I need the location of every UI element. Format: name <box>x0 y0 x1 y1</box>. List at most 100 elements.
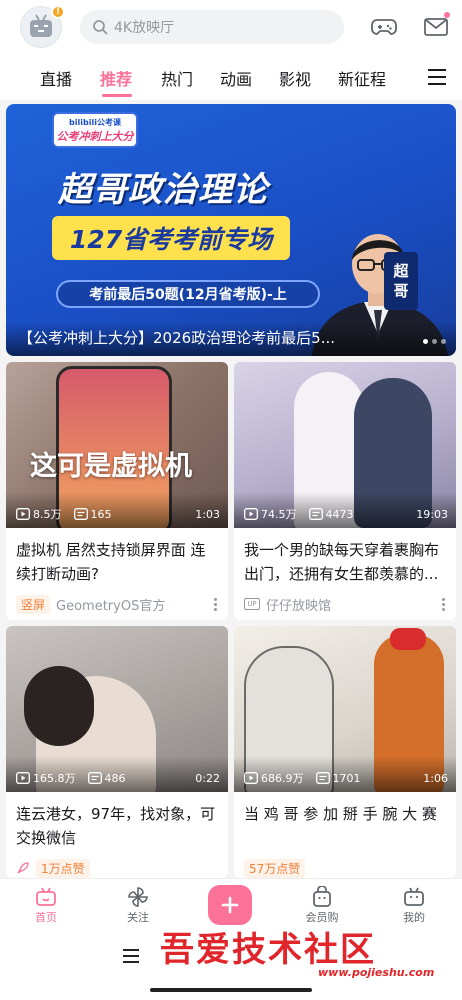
video-duration: 0:22 <box>195 771 220 785</box>
rooster-comb <box>390 628 426 650</box>
video-meta: UP 仔仔放映馆 <box>244 594 446 614</box>
top-bar: ! 4K放映厅 <box>0 0 462 54</box>
banner-brand-main: 公考冲刺上大分 <box>56 129 134 143</box>
banner-brand-logo: bilibili公考课 公考冲刺上大分 <box>52 112 138 148</box>
pinwheel-icon <box>127 885 149 909</box>
likes-tag: 1万点赞 <box>36 858 90 878</box>
nav-profile-label: 我的 <box>403 911 425 924</box>
gamepad-icon <box>371 19 397 35</box>
menu-icon[interactable] <box>426 67 448 87</box>
danmaku-count: 165 <box>90 507 112 521</box>
watermark-url: www.pojieshu.com <box>318 966 435 979</box>
mail-icon <box>424 18 448 36</box>
mail-unread-dot <box>444 12 450 18</box>
play-count: 686.9万 <box>261 772 304 785</box>
video-duration: 19:03 <box>416 507 448 521</box>
plus-icon <box>221 896 239 914</box>
banner-pager-dots <box>423 339 446 344</box>
video-stats: 165.8万 486 0:22 <box>16 770 220 786</box>
video-card[interactable]: 165.8万 486 0:22 连云港女，97年，找对象，可交换微信 1万点赞 <box>6 626 228 878</box>
banner-subtitle: 127省考考前专场 <box>52 216 290 260</box>
danmaku-count: 1701 <box>332 771 361 785</box>
play-count-icon <box>16 772 30 784</box>
play-count-icon <box>244 508 258 520</box>
tab-film[interactable]: 影视 <box>279 66 311 90</box>
video-stats: 8.5万 165 1:03 <box>16 506 220 522</box>
play-count-icon <box>244 772 258 784</box>
more-options-icon[interactable] <box>442 597 446 611</box>
banner-tag-line2: 哥 <box>393 282 409 300</box>
nav-home-label: 首页 <box>35 911 57 924</box>
watermark-text: 吾爱技术社区 <box>160 930 376 970</box>
pager-dot <box>432 339 437 344</box>
danmaku-count: 4473 <box>325 507 354 521</box>
video-thumbnail: 686.9万 1701 1:06 <box>234 626 456 792</box>
banner-brand-top: bilibili公考课 <box>69 117 121 127</box>
pager-dot <box>423 339 428 344</box>
promo-banner[interactable]: bilibili公考课 公考冲刺上大分 超哥政治理论 127省考考前专场 考前最… <box>6 104 456 356</box>
app-root: ! 4K放映厅 直播 推荐 热门 动画 影视 新征程 bilibili公考课 公… <box>0 0 462 1000</box>
danmaku-icon <box>87 772 102 784</box>
banner-caption: 【公考冲刺上大分】2026政治理论考前最后5... <box>18 329 336 347</box>
video-card[interactable]: 686.9万 1701 1:06 当 鸡 哥 参 加 掰 手 腕 大 赛 57万… <box>234 626 456 878</box>
active-tab-indicator <box>102 94 132 97</box>
search-input[interactable]: 4K放映厅 <box>80 10 344 44</box>
video-title[interactable]: 当 鸡 哥 参 加 掰 手 腕 大 赛 <box>244 802 448 850</box>
shopping-bag-icon <box>311 885 333 909</box>
home-tv-icon <box>35 885 57 909</box>
video-meta: 竖屏 GeometryOS官方 <box>16 594 218 614</box>
video-meta: 57万点赞 <box>244 858 446 878</box>
video-title[interactable]: 我一个男的缺每天穿着裹胸布出门，还拥有女生都羡慕的... <box>244 538 448 586</box>
message-button[interactable] <box>422 12 450 40</box>
video-stats: 74.5万 4473 19:03 <box>244 506 448 522</box>
banner-title: 超哥政治理论 <box>58 170 268 210</box>
video-tag: 竖屏 <box>16 594 51 614</box>
search-icon <box>93 20 108 35</box>
tab-live[interactable]: 直播 <box>40 66 72 90</box>
video-card[interactable]: 74.5万 4473 19:03 我一个男的缺每天穿着裹胸布出门，还拥有女生都羡… <box>234 362 456 620</box>
tab-anime[interactable]: 动画 <box>220 66 252 90</box>
danmaku-count: 486 <box>104 771 126 785</box>
pager-dot <box>441 339 446 344</box>
tab-new-journey[interactable]: 新征程 <box>338 66 386 90</box>
banner-name-tag: 超 哥 <box>384 252 418 310</box>
nav-home[interactable]: 首页 <box>16 885 76 925</box>
thumbnail-overlay-text: 这可是虚拟机 <box>30 451 192 482</box>
video-meta: 1万点赞 <box>16 858 218 878</box>
nav-profile[interactable]: 我的 <box>384 885 444 925</box>
video-duration: 1:03 <box>195 507 220 521</box>
up-badge: UP <box>244 598 260 610</box>
system-menu-icon[interactable] <box>122 948 140 964</box>
avatar[interactable]: ! <box>20 5 65 48</box>
video-author[interactable]: 仔仔放映馆 <box>266 595 331 614</box>
home-gesture-handle[interactable] <box>150 988 312 992</box>
video-duration: 1:06 <box>423 771 448 785</box>
danmaku-icon <box>315 772 330 784</box>
video-stats: 686.9万 1701 1:06 <box>244 770 448 786</box>
nav-follow-label: 关注 <box>127 911 149 924</box>
play-count: 8.5万 <box>33 508 62 521</box>
nav-mall[interactable]: 会员购 <box>292 885 352 925</box>
video-title[interactable]: 连云港女，97年，找对象，可交换微信 <box>16 802 220 850</box>
publish-button[interactable] <box>208 885 252 925</box>
tab-hot[interactable]: 热门 <box>161 66 193 90</box>
avatar-alert-badge: ! <box>51 5 65 19</box>
tv-mascot-icon <box>30 14 52 37</box>
nav-follow[interactable]: 关注 <box>108 885 168 925</box>
rocket-icon <box>16 861 30 875</box>
play-count: 74.5万 <box>261 508 297 521</box>
game-center-button[interactable] <box>370 14 398 40</box>
video-card[interactable]: 这可是虚拟机 8.5万 165 1:03 虚拟机 居然支持锁屏界面 连续打断动画… <box>6 362 228 620</box>
tab-recommend[interactable]: 推荐 <box>100 66 132 90</box>
video-thumbnail: 这可是虚拟机 8.5万 165 1:03 <box>6 362 228 528</box>
play-count-icon <box>16 508 30 520</box>
video-thumbnail: 165.8万 486 0:22 <box>6 626 228 792</box>
search-placeholder: 4K放映厅 <box>114 20 175 36</box>
more-options-icon[interactable] <box>214 597 218 611</box>
video-title[interactable]: 虚拟机 居然支持锁屏界面 连续打断动画? <box>16 538 220 586</box>
channel-tabs: 直播 推荐 热门 动画 影视 新征程 <box>0 54 462 100</box>
likes-tag: 57万点赞 <box>244 858 306 878</box>
danmaku-icon <box>308 508 323 520</box>
play-count: 165.8万 <box>33 772 76 785</box>
video-author[interactable]: GeometryOS官方 <box>56 595 165 614</box>
